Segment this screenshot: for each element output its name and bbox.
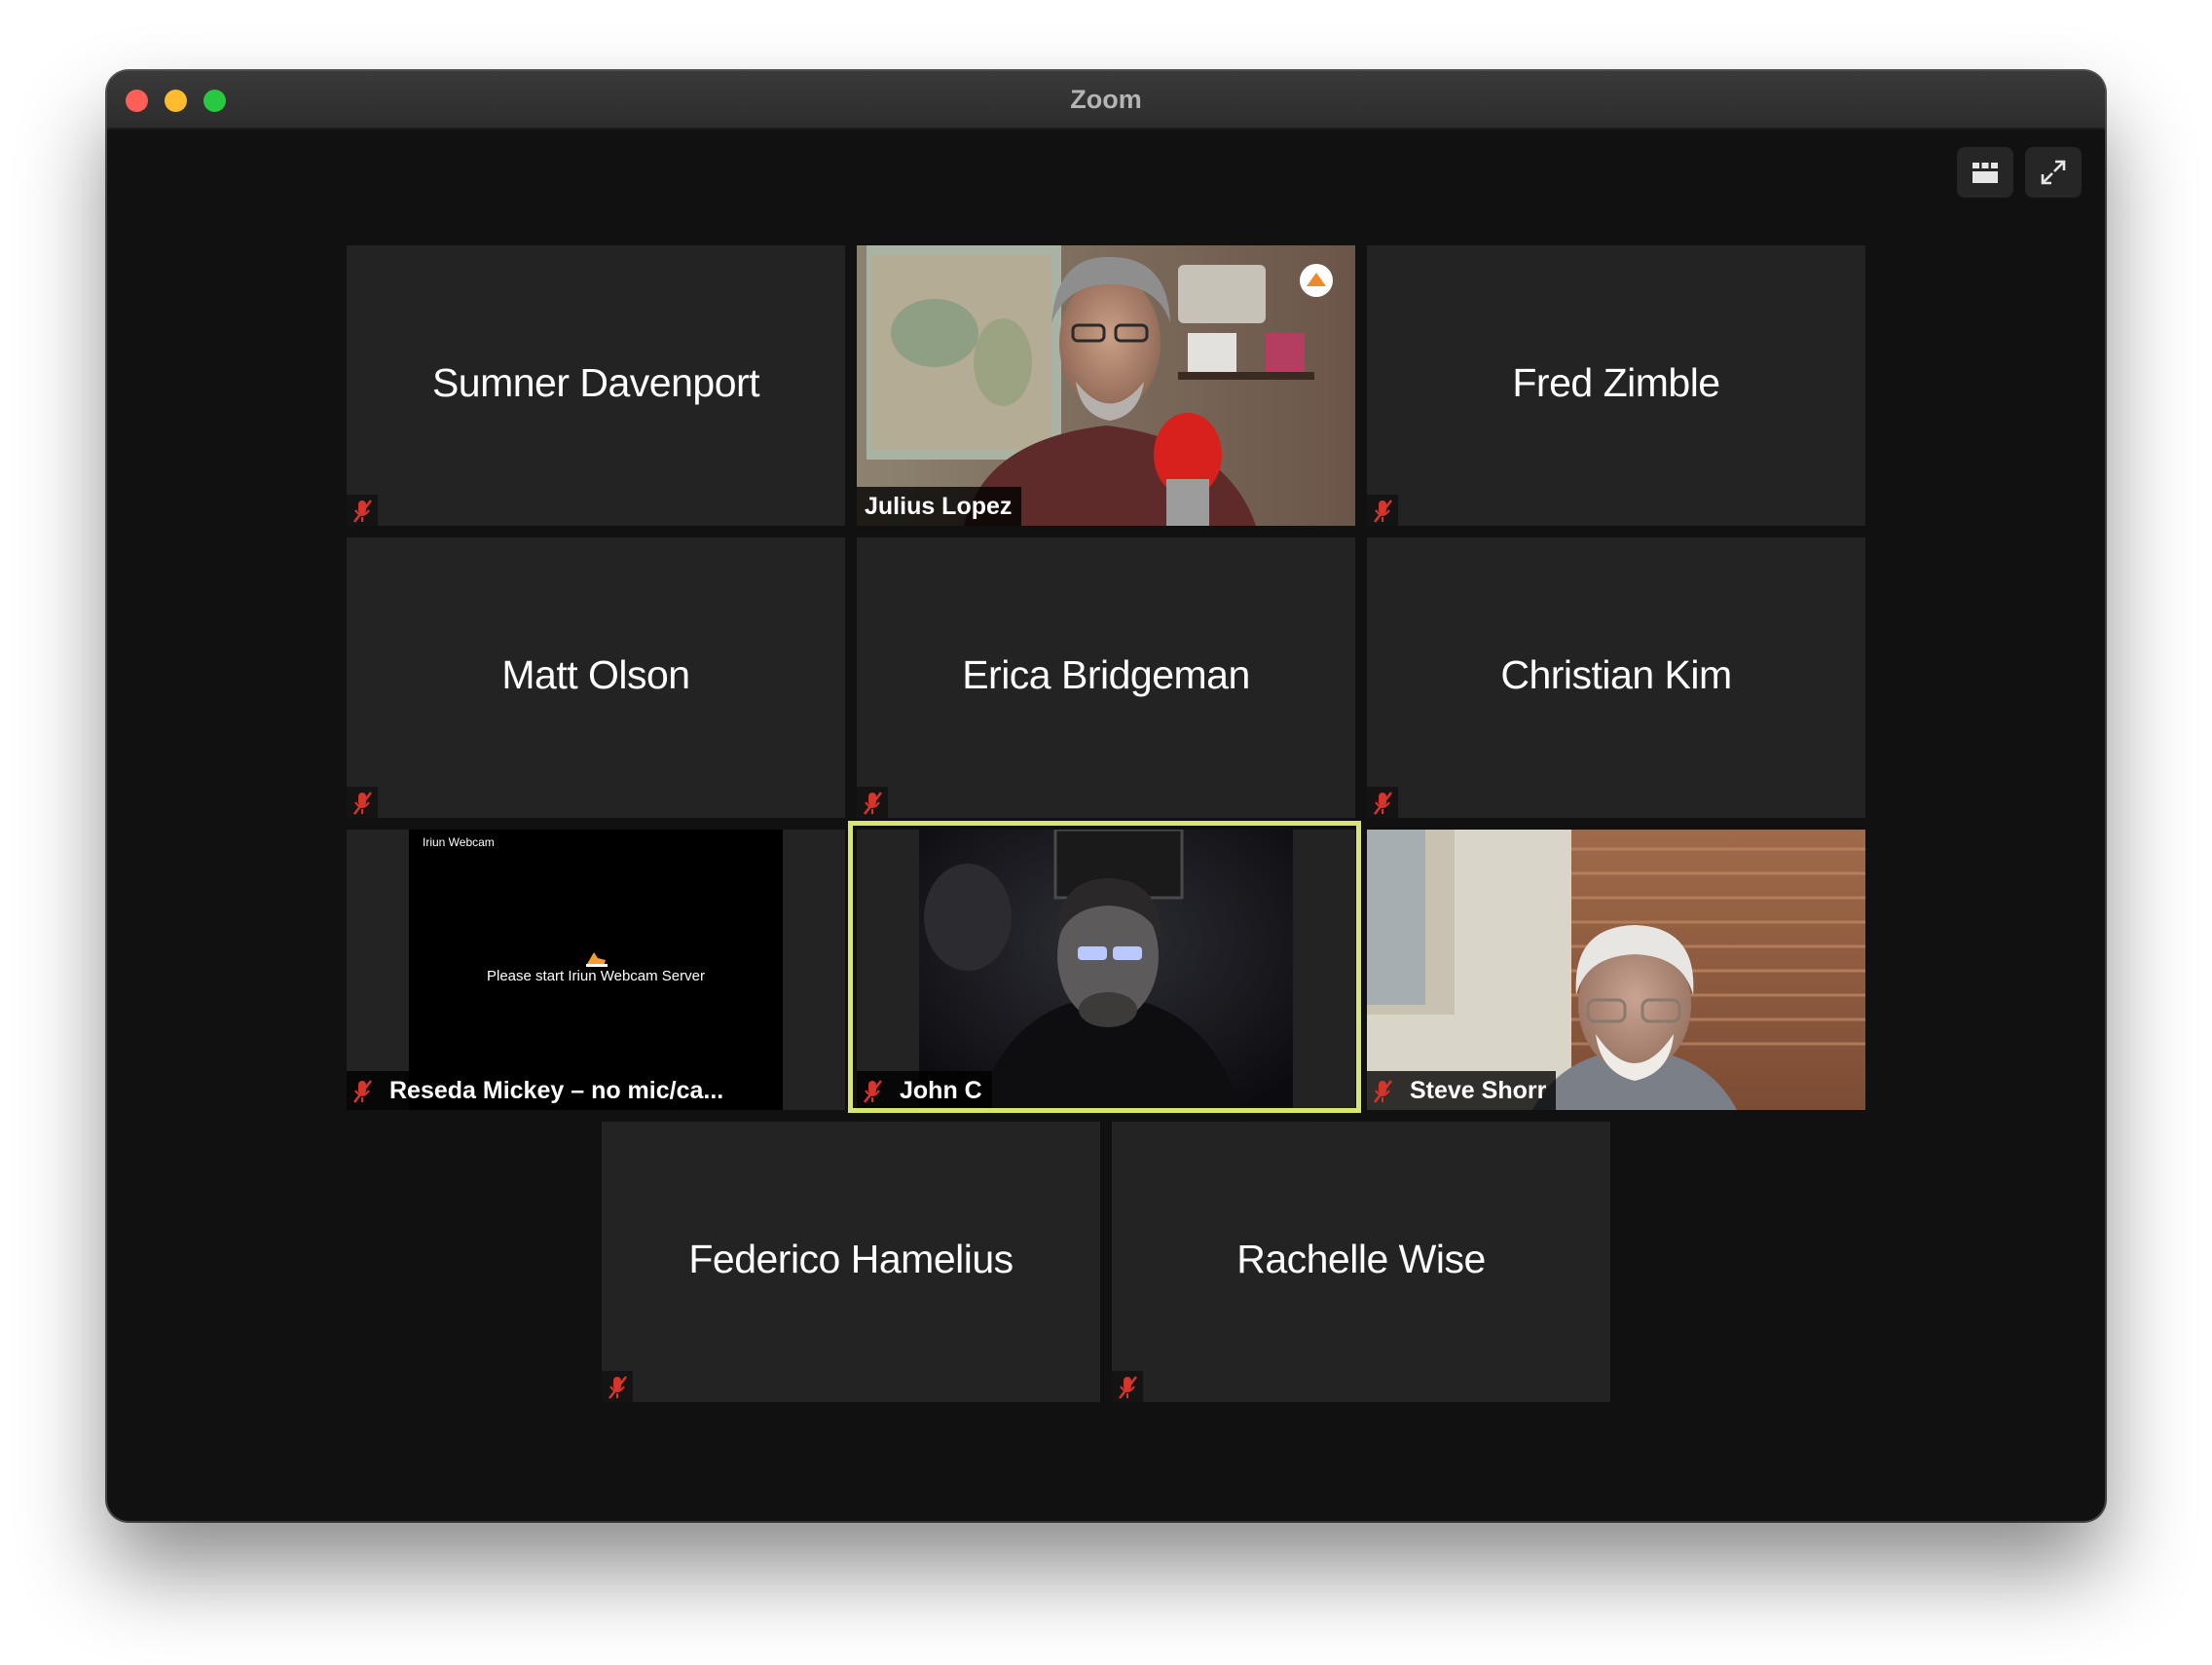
gallery-view-button[interactable] xyxy=(1957,147,2013,198)
muted-indicator xyxy=(857,787,888,818)
participant-tile[interactable]: Christian Kim xyxy=(1367,537,1865,818)
participant-tile[interactable]: Federico Hamelius xyxy=(602,1122,1100,1402)
participant-name-label: Julius Lopez xyxy=(857,487,1022,526)
participant-tile[interactable]: Fred Zimble xyxy=(1367,245,1865,526)
camera-feed xyxy=(857,245,1355,526)
participant-name: Reseda Mickey – no mic/ca... xyxy=(389,1077,724,1104)
muted-mic-icon xyxy=(353,1080,372,1103)
participant-tile[interactable]: Matt Olson xyxy=(347,537,845,818)
participant-tile-video[interactable]: Julius Lopez xyxy=(857,245,1355,526)
participant-tile-video[interactable]: Iriun Webcam Please start Iriun Webcam S… xyxy=(347,830,845,1110)
participant-name: Sumner Davenport xyxy=(431,360,760,405)
participant-name: Erica Bridgeman xyxy=(962,652,1250,697)
zoom-window: Zoom Sumner Davenport Julius Lopez Fred … xyxy=(107,71,2105,1521)
muted-mic-icon xyxy=(353,500,372,523)
webcam-message: Please start Iriun Webcam Server xyxy=(487,968,705,984)
iriun-logo-icon xyxy=(586,952,608,967)
window-title: Zoom xyxy=(1070,85,1142,114)
participant-name-label: John C xyxy=(857,1071,992,1110)
participant-tile-video-active[interactable]: John C xyxy=(857,830,1355,1110)
participant-name: John C xyxy=(900,1077,982,1104)
muted-mic-icon xyxy=(1119,1376,1137,1399)
iriun-webcam-screen: Iriun Webcam Please start Iriun Webcam S… xyxy=(409,830,783,1110)
title-bar[interactable]: Zoom xyxy=(107,71,2105,130)
participant-tile[interactable]: Rachelle Wise xyxy=(1112,1122,1610,1402)
participant-name-label: Steve Shorr xyxy=(1367,1071,1557,1110)
muted-indicator xyxy=(1112,1371,1143,1402)
participant-name: Matt Olson xyxy=(501,652,690,697)
fullscreen-button[interactable] xyxy=(2025,147,2082,198)
muted-mic-icon xyxy=(1374,500,1392,523)
muted-mic-icon xyxy=(353,792,372,815)
muted-indicator xyxy=(1367,1075,1398,1106)
muted-mic-icon xyxy=(864,792,882,815)
participant-name: Fred Zimble xyxy=(1512,360,1720,405)
muted-mic-icon xyxy=(1374,1080,1392,1103)
participant-name: Christian Kim xyxy=(1500,652,1732,697)
camera-feed xyxy=(1367,830,1865,1110)
grid-icon xyxy=(1972,163,1998,183)
participant-name-label: Reseda Mickey – no mic/ca... xyxy=(347,1071,734,1110)
muted-indicator xyxy=(347,495,378,526)
muted-indicator xyxy=(347,787,378,818)
expand-icon xyxy=(2041,160,2066,185)
webcam-app-title: Iriun Webcam xyxy=(423,835,495,849)
participant-tile-video[interactable]: Steve Shorr xyxy=(1367,830,1865,1110)
muted-mic-icon xyxy=(864,1080,882,1103)
muted-indicator xyxy=(1367,495,1398,526)
participant-name: Steve Shorr xyxy=(1410,1077,1547,1104)
muted-mic-icon xyxy=(1374,792,1392,815)
muted-indicator xyxy=(347,1075,378,1106)
participant-tile[interactable]: Erica Bridgeman xyxy=(857,537,1355,818)
camera-feed xyxy=(919,830,1293,1110)
participant-name: Rachelle Wise xyxy=(1236,1237,1486,1281)
participant-name: Federico Hamelius xyxy=(688,1237,1014,1281)
muted-indicator xyxy=(857,1075,888,1106)
muted-indicator xyxy=(1367,787,1398,818)
participant-tile[interactable]: Sumner Davenport xyxy=(347,245,845,526)
muted-indicator xyxy=(602,1371,633,1402)
muted-mic-icon xyxy=(608,1376,627,1399)
